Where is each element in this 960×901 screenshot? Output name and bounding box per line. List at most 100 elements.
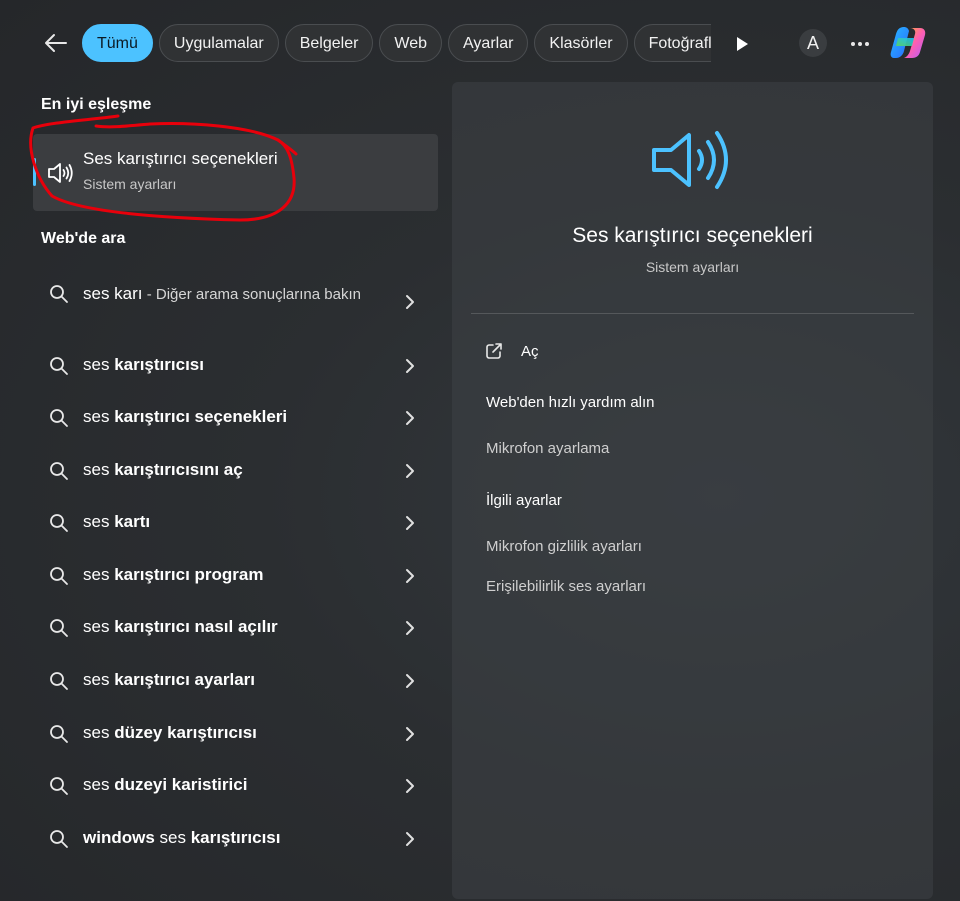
- search-topbar: Tümü Uygulamalar Belgeler Web Ayarlar Klasörl…: [0, 0, 960, 86]
- suggestion-completion: karıştırıcı seçenekleri: [114, 407, 288, 426]
- chevron-right-icon: [406, 516, 414, 530]
- web-suggestion-text: ses karıştırıcı program: [83, 565, 263, 585]
- selection-indicator: [33, 158, 36, 186]
- web-help-link[interactable]: Mikrofon ayarlama: [486, 440, 609, 457]
- suggestion-completion: karıştırıcısı: [190, 828, 281, 847]
- web-suggestion-text: ses karıştırıcısını aç: [83, 460, 243, 480]
- suggestion-prefix: ses: [83, 670, 115, 689]
- related-setting-link[interactable]: Mikrofon gizlilik ayarları: [486, 538, 642, 555]
- web-suggestion-text: ses duzeyi karistirici: [83, 775, 247, 795]
- best-match-heading: En iyi eşleşme: [41, 96, 152, 113]
- account-avatar[interactable]: A: [799, 29, 827, 57]
- speaker-icon: [652, 131, 728, 189]
- suggestion-prefix: ses: [83, 460, 115, 479]
- web-suggestion-item[interactable]: ses karıştırıcısı: [33, 342, 438, 390]
- tab-folders[interactable]: Klasörler: [534, 24, 628, 62]
- result-detail-panel: Ses karıştırıcı seçenekleri Sistem ayarl…: [452, 82, 933, 899]
- search-icon: [50, 830, 68, 848]
- suggestion-completion: kartı: [114, 512, 151, 531]
- suggestion-prefix: ses: [83, 512, 115, 531]
- open-action[interactable]: Aç: [482, 338, 682, 366]
- web-suggestion-text: windows ses karıştırıcısı: [83, 828, 281, 847]
- tab-web[interactable]: Web: [379, 24, 443, 62]
- back-button[interactable]: [38, 26, 74, 60]
- chevron-right-icon: [406, 569, 414, 583]
- suggestion-completion: duzeyi karistirici: [114, 775, 248, 794]
- speaker-icon: [48, 163, 73, 183]
- suggestion-completion: karıştırıcısı: [114, 355, 204, 374]
- suggestion-bold-prefix: windows: [83, 828, 155, 847]
- web-suggestion-item[interactable]: ses duzeyi karistirici: [33, 762, 438, 810]
- web-suggestion-item[interactable]: windows ses karıştırıcısı: [33, 815, 438, 863]
- suggestion-query: ses karı: [83, 284, 143, 303]
- tab-all[interactable]: Tümü: [82, 24, 153, 62]
- web-suggestion-item[interactable]: ses karıştırıcı ayarları: [33, 657, 438, 705]
- search-icon: [50, 285, 68, 303]
- suggestion-completion: karıştırıcı nasıl açılır: [114, 617, 278, 636]
- chevron-right-icon: [406, 727, 414, 741]
- search-icon: [50, 725, 68, 743]
- copilot-button[interactable]: [888, 24, 928, 62]
- web-suggestion-text: ses karıştırıcısı: [83, 355, 204, 375]
- search-icon: [50, 619, 68, 637]
- chevron-right-icon: [406, 832, 414, 846]
- web-suggestion-text: ses karıştırıcı nasıl açılır: [83, 617, 278, 637]
- web-suggestion-item[interactable]: ses karıştırıcı seçenekleri: [33, 394, 438, 442]
- more-tabs-button[interactable]: [728, 30, 756, 58]
- web-suggestion-text: ses karıştırıcı ayarları: [83, 670, 255, 690]
- web-suggestion-item[interactable]: ses kartı: [33, 499, 438, 547]
- suggestion-hint: - Diğer arama sonuçlarına bakın: [142, 286, 361, 303]
- chevron-right-icon: [406, 674, 414, 688]
- detail-title: Ses karıştırıcı seçenekleri: [572, 224, 813, 247]
- suggestion-completion: düzey karıştırıcısı: [114, 723, 257, 742]
- best-match-result[interactable]: Ses karıştırıcı seçenekleri Sistem ayarl…: [33, 134, 438, 211]
- search-icon: [50, 462, 68, 480]
- web-suggestion-text: ses düzey karıştırıcısı: [83, 723, 257, 743]
- play-icon: [737, 37, 748, 51]
- filter-tabs: Tümü Uygulamalar Belgeler Web Ayarlar Klasörl…: [82, 24, 711, 64]
- web-suggestion-text: ses karı - Diğer arama sonuçlarına bakın: [83, 282, 383, 307]
- best-match-title: Ses karıştırıcı seçenekleri: [83, 149, 278, 168]
- web-search-heading: Web'de ara: [41, 230, 126, 247]
- chevron-right-icon: [406, 411, 414, 425]
- search-icon: [50, 409, 68, 427]
- suggestion-completion: karıştırıcı program: [114, 565, 264, 584]
- back-arrow-icon: [45, 34, 67, 52]
- web-suggestion-item[interactable]: ses karıştırıcı program: [33, 552, 438, 600]
- chevron-right-icon: [406, 621, 414, 635]
- web-suggestion-item[interactable]: ses karı - Diğer arama sonuçlarına bakın: [33, 270, 438, 334]
- copilot-icon: [890, 27, 926, 58]
- suggestion-prefix: ses: [83, 355, 115, 374]
- suggestion-prefix: ses: [83, 565, 115, 584]
- more-icon: [851, 42, 869, 46]
- open-external-icon: [486, 343, 502, 359]
- web-suggestion-text: ses kartı: [83, 512, 150, 532]
- web-help-heading: Web'den hızlı yardım alın: [486, 394, 655, 411]
- related-setting-link[interactable]: Erişilebilirlik ses ayarları: [486, 578, 646, 595]
- chevron-right-icon: [406, 359, 414, 373]
- tab-documents[interactable]: Belgeler: [284, 24, 374, 62]
- suggestion-prefix: ses: [83, 617, 115, 636]
- more-options-button[interactable]: [846, 30, 874, 58]
- web-suggestion-item[interactable]: ses karıştırıcısını aç: [33, 447, 438, 495]
- suggestion-prefix: ses: [83, 775, 115, 794]
- detail-subtitle: Sistem ayarları: [645, 259, 740, 275]
- chevron-right-icon: [406, 779, 414, 793]
- tab-settings[interactable]: Ayarlar: [448, 24, 529, 62]
- search-window: Tümü Uygulamalar Belgeler Web Ayarlar Klasörl…: [0, 0, 960, 901]
- search-icon: [50, 777, 68, 795]
- tab-apps[interactable]: Uygulamalar: [158, 24, 279, 62]
- related-settings-heading: İlgili ayarlar: [486, 492, 562, 509]
- web-suggestion-item[interactable]: ses karıştırıcı nasıl açılır: [33, 604, 438, 652]
- open-label: Aç: [521, 343, 539, 360]
- chevron-right-icon: [406, 295, 414, 309]
- suggestion-prefix: ses: [83, 407, 115, 426]
- tab-photos[interactable]: Fotoğraflar: [633, 24, 711, 62]
- web-suggestion-item[interactable]: ses düzey karıştırıcısı: [33, 710, 438, 758]
- suggestion-completion: karıştırıcısını aç: [114, 460, 243, 479]
- web-suggestion-text: ses karıştırıcı seçenekleri: [83, 407, 287, 427]
- suggestion-completion: karıştırıcı ayarları: [114, 670, 256, 689]
- best-match-subtitle: Sistem ayarları: [83, 176, 177, 192]
- search-icon: [50, 567, 68, 585]
- search-icon: [50, 672, 68, 690]
